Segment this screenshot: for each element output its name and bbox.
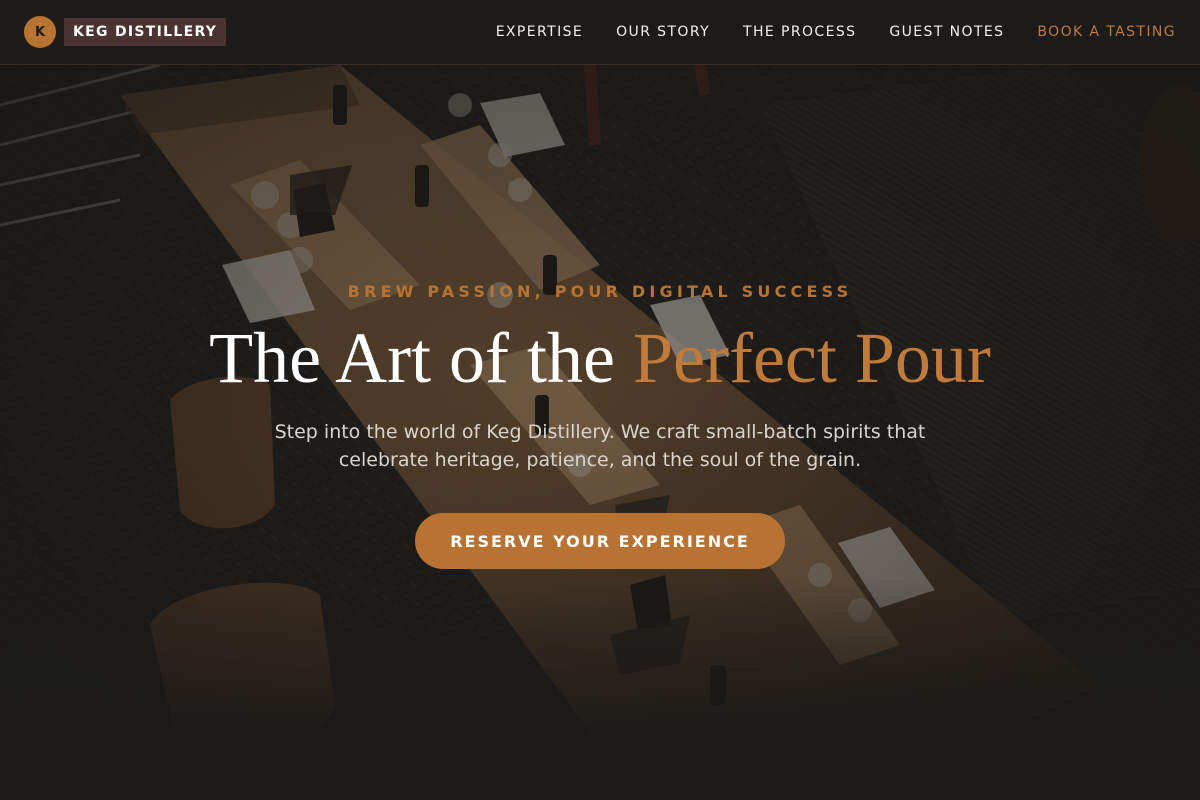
- nav-item-our-story[interactable]: OUR STORY: [616, 24, 710, 40]
- nav-item-the-process[interactable]: THE PROCESS: [743, 24, 856, 40]
- hero-tagline: BREW PASSION, POUR DIGITAL SUCCESS: [347, 282, 853, 301]
- headline-accent: Perfect Pour: [633, 318, 991, 398]
- logo-icon[interactable]: K: [24, 16, 56, 48]
- hero-subtext: Step into the world of Keg Distillery. W…: [274, 421, 926, 471]
- main-nav: EXPERTISE OUR STORY THE PROCESS GUEST NO…: [496, 0, 1176, 64]
- nav-item-expertise[interactable]: EXPERTISE: [496, 24, 583, 40]
- headline-main: The Art of the: [209, 318, 615, 398]
- nav-item-book-a-tasting[interactable]: BOOK A TASTING: [1037, 24, 1176, 40]
- reserve-experience-button[interactable]: RESERVE YOUR EXPERIENCE: [415, 513, 785, 569]
- nav-item-guest-notes[interactable]: GUEST NOTES: [889, 24, 1004, 40]
- hero-headline: The Art of the Perfect Pour: [0, 318, 1200, 398]
- site-header: K KEG DISTILLERY EXPERTISE OUR STORY THE…: [0, 0, 1200, 65]
- brand-name[interactable]: KEG DISTILLERY: [64, 18, 227, 46]
